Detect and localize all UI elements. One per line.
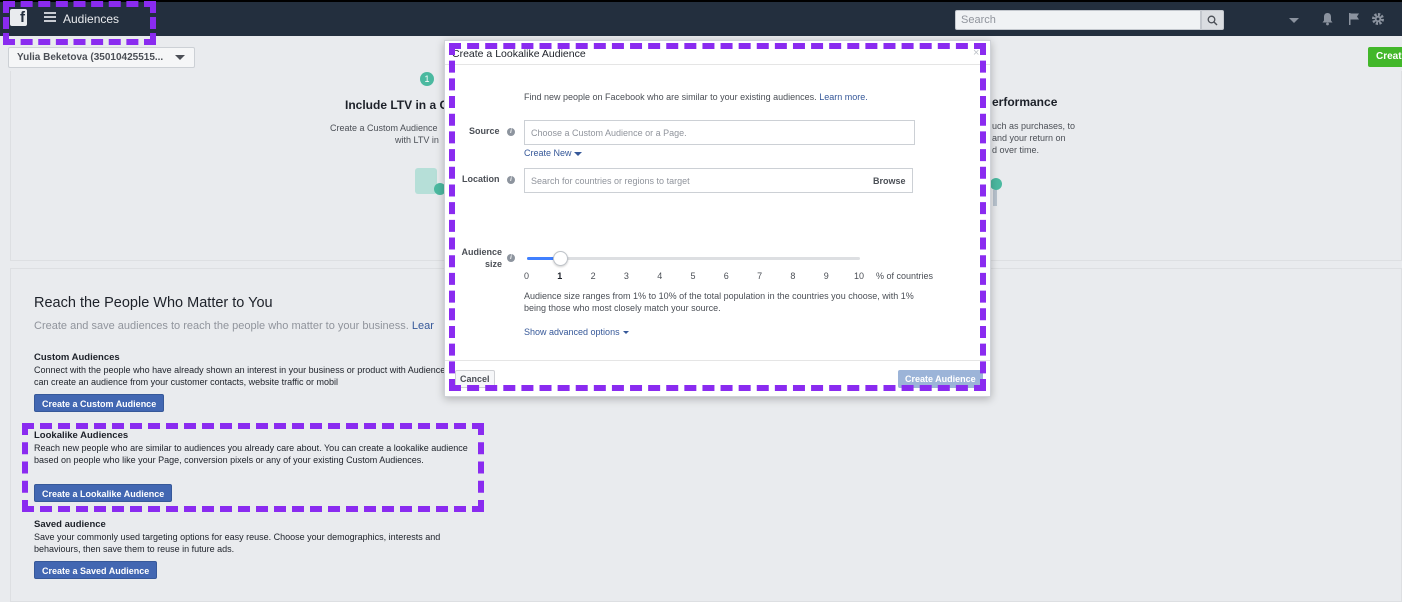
performance-desc-2: and your return on <box>992 133 1066 143</box>
audience-size-label: Audience size <box>458 246 502 270</box>
create-custom-audience-button[interactable]: Create a Custom Audience <box>34 394 165 412</box>
slider-tick-label: 2 <box>590 271 596 281</box>
slider-tick-label: 8 <box>790 271 796 281</box>
search-input[interactable]: Search <box>955 10 1201 30</box>
gear-icon[interactable] <box>1371 12 1385 26</box>
dialog-footer-divider <box>445 360 990 361</box>
create-button[interactable]: Create <box>1368 47 1402 67</box>
slider-tick-label: 1 <box>557 271 563 281</box>
create-new-dropdown[interactable]: Create New <box>524 148 582 158</box>
dollar-badge-icon <box>990 178 1002 190</box>
notifications-bell-icon[interactable] <box>1321 12 1334 26</box>
search-icon <box>1207 15 1218 26</box>
lookalike-audiences-heading: Lookalike Audiences <box>34 430 129 441</box>
account-selector[interactable]: Yulia Beketova (35010425515... <box>8 47 195 68</box>
slider-tick-label: 6 <box>723 271 729 281</box>
dialog-header-divider <box>445 64 990 65</box>
location-label: Location <box>462 174 500 184</box>
chevron-down-icon <box>175 55 185 60</box>
dialog-title: Create a Lookalike Audience <box>452 48 586 60</box>
cancel-button[interactable]: Cancel <box>455 370 495 388</box>
percent-of-countries-label: % of countries <box>876 271 934 281</box>
page-subtitle-text: Create and save audiences to reach the p… <box>34 320 409 332</box>
saved-audience-heading: Saved audience <box>34 519 106 530</box>
custom-audiences-heading: Custom Audiences <box>34 352 120 363</box>
create-lookalike-audience-button[interactable]: Create a Lookalike Audience <box>34 484 173 502</box>
show-advanced-options-link[interactable]: Show advanced options <box>524 327 629 337</box>
slider-tick-label: 0 <box>524 271 530 281</box>
learn-more-link[interactable]: Lear <box>412 320 434 332</box>
performance-desc-1: uch as purchases, to <box>992 121 1076 131</box>
app-title[interactable]: Audiences <box>63 12 119 26</box>
slider-tick-label: 3 <box>623 271 629 281</box>
account-name: Yulia Beketova (35010425515... <box>17 52 164 63</box>
audience-size-note: Audience size ranges from 1% to 10% of t… <box>524 291 914 313</box>
create-new-label: Create New <box>524 148 572 158</box>
show-advanced-options-label: Show advanced options <box>524 327 620 337</box>
custom-audiences-desc: Connect with the people who have already… <box>34 365 470 387</box>
ltv-panel-title: Include LTV in a Cu <box>345 98 456 112</box>
info-icon[interactable]: i <box>507 176 515 184</box>
learn-more-link[interactable]: Learn more. <box>819 92 868 102</box>
source-input[interactable]: Choose a Custom Audience or a Page. <box>524 120 915 145</box>
chevron-down-icon <box>573 151 582 156</box>
flag-icon[interactable] <box>1348 12 1360 26</box>
audience-size-label-line-2: size <box>484 259 502 269</box>
page-title: Reach the People Who Matter to You <box>34 295 273 311</box>
audience-size-slider-track[interactable] <box>527 257 860 260</box>
performance-desc-3: d over time. <box>992 145 1040 155</box>
browse-button[interactable]: Browse <box>873 176 906 186</box>
chevron-down-icon <box>622 331 629 335</box>
dialog-intro-text: Find new people on Facebook who are simi… <box>524 92 817 102</box>
dialog-intro: Find new people on Facebook who are simi… <box>524 92 868 102</box>
slider-tick-label: 9 <box>823 271 829 281</box>
facebook-logo-icon[interactable]: f <box>10 9 27 26</box>
page-subtitle: Create and save audiences to reach the p… <box>34 320 434 332</box>
top-bar: f Audiences Search <box>0 0 1402 36</box>
performance-panel-title: erformance <box>992 95 1058 109</box>
create-saved-audience-button[interactable]: Create a Saved Audience <box>34 561 158 579</box>
slider-tick-label: 7 <box>757 271 763 281</box>
location-search-input[interactable]: Search for countries or regions to targe… <box>524 168 913 193</box>
close-icon[interactable]: × <box>973 47 979 59</box>
ltv-panel-desc-2: with LTV in <box>395 135 439 145</box>
lookalike-audiences-desc: Reach new people who are similar to audi… <box>34 443 468 465</box>
step-number-badge: 1 <box>420 72 434 86</box>
slider-tick-label: 5 <box>690 271 696 281</box>
create-audience-button[interactable]: Create Audience <box>898 370 983 388</box>
source-label: Source <box>469 126 500 136</box>
info-icon[interactable]: i <box>507 128 515 136</box>
ltv-panel-desc-1: Create a Custom Audience <box>330 123 438 133</box>
saved-audience-desc: Save your commonly used targeting option… <box>34 532 441 554</box>
hamburger-menu-icon[interactable] <box>44 12 56 22</box>
search-button[interactable] <box>1201 10 1224 30</box>
chart-bar-illustration-icon <box>993 190 997 206</box>
slider-tick-label: 10 <box>854 271 865 281</box>
account-menu-chevron-down-icon[interactable] <box>1289 18 1299 23</box>
audience-size-label-line-1: Audience <box>461 247 502 257</box>
slider-tick-label: 4 <box>657 271 663 281</box>
info-icon[interactable]: i <box>507 254 515 262</box>
